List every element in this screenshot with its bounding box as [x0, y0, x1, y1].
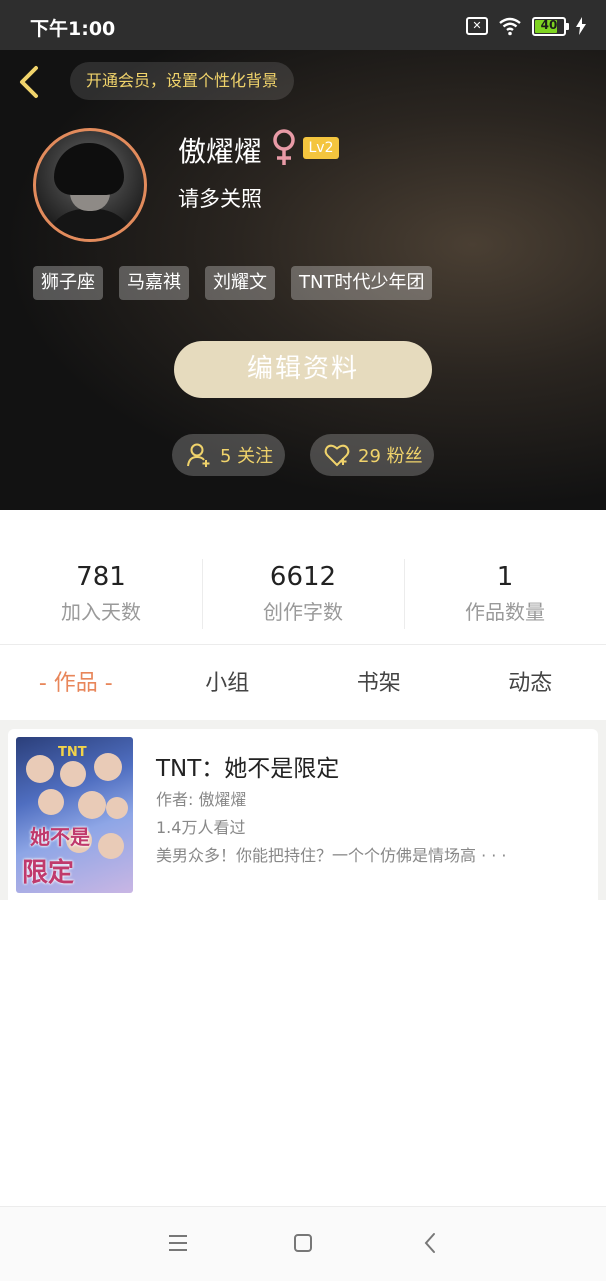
stat-label: 加入天数: [0, 596, 202, 625]
home-square-icon[interactable]: [289, 1229, 317, 1257]
divider: [0, 644, 606, 645]
stat-works: 1 作品数量: [404, 545, 606, 645]
stats-row: 781 加入天数 6612 创作字数 1 作品数量: [0, 545, 606, 645]
back-chevron-icon[interactable]: [417, 1229, 445, 1257]
back-arrow-icon[interactable]: [14, 64, 46, 100]
book-author: 作者: 傲燿燿: [156, 786, 246, 810]
cover-logo: TNT: [58, 745, 87, 760]
tag-item: 刘耀文: [205, 266, 275, 300]
tab-works[interactable]: - 作品 -: [0, 646, 152, 720]
following-count: 5 关注: [220, 442, 273, 468]
stat-words: 6612 创作字数: [202, 545, 404, 645]
stat-label: 作品数量: [404, 596, 606, 625]
book-description: 美男众多！你能把持住？一个个仿佛是情场高 · · ·: [156, 842, 566, 866]
tab-groups[interactable]: 小组: [152, 646, 304, 720]
stat-value: 1: [404, 562, 606, 592]
cover-text-top: 她不是: [30, 821, 90, 850]
fans-count: 29 粉丝: [358, 442, 423, 468]
edit-profile-button[interactable]: 编辑资料: [174, 341, 432, 398]
username: 傲燿燿: [178, 130, 262, 170]
user-bio: 请多关照: [178, 183, 262, 213]
stat-days: 781 加入天数: [0, 545, 202, 645]
cover-text-bottom: 限定: [22, 859, 74, 887]
tag-item: TNT时代少年团: [291, 266, 432, 300]
heart-icon: [324, 443, 350, 467]
book-title: TNT：她不是限定: [156, 749, 339, 783]
wifi-icon: [498, 16, 522, 36]
status-time: 下午1:00: [30, 14, 115, 41]
profile-header: 下午1:00 ✕ 40 开通会员，设置个性化背景 傲燿燿: [0, 0, 606, 510]
stat-value: 6612: [202, 562, 404, 592]
no-sim-icon: ✕: [466, 17, 488, 35]
user-add-icon: [186, 442, 212, 468]
stat-value: 781: [0, 562, 202, 592]
book-cover: TNT 她不是 限定: [16, 737, 133, 893]
female-icon: [270, 128, 298, 168]
tab-bar: - 作品 - 小组 书架 动态: [0, 646, 606, 720]
status-bar: 下午1:00 ✕ 40: [0, 0, 606, 50]
battery-level: 40: [534, 18, 564, 32]
tag-item: 马嘉祺: [119, 266, 189, 300]
status-icons: ✕ 40: [466, 14, 586, 38]
tab-activity[interactable]: 动态: [455, 646, 606, 720]
menu-icon[interactable]: [164, 1229, 192, 1257]
tab-bookshelf[interactable]: 书架: [303, 646, 455, 720]
charging-icon: [576, 17, 586, 35]
fans-button[interactable]: 29 粉丝: [310, 434, 434, 476]
book-views: 1.4万人看过: [156, 814, 245, 838]
vip-banner[interactable]: 开通会员，设置个性化背景: [70, 62, 294, 100]
level-badge: Lv2: [303, 137, 339, 159]
battery-icon: 40: [532, 17, 566, 36]
book-card[interactable]: TNT 她不是 限定 TNT：她不是限定 作者: 傲燿燿 1.4万人看过 美男众…: [8, 729, 598, 901]
tag-item: 狮子座: [33, 266, 103, 300]
system-nav-bar: [0, 1206, 606, 1281]
following-button[interactable]: 5 关注: [172, 434, 285, 476]
avatar[interactable]: [33, 128, 147, 242]
stat-label: 创作字数: [202, 596, 404, 625]
tag-list: 狮子座 马嘉祺 刘耀文 TNT时代少年团: [33, 266, 432, 300]
